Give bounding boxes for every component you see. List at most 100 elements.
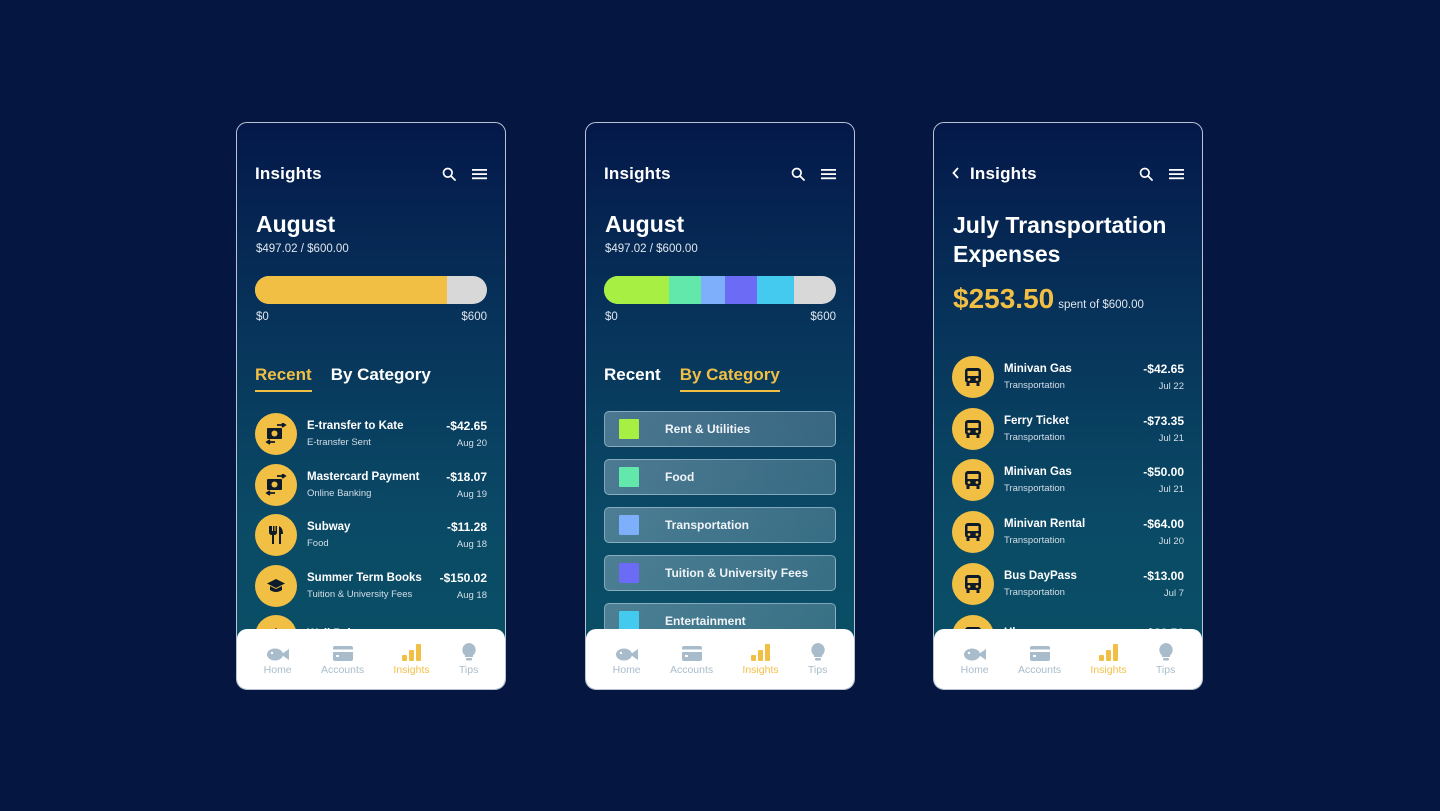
transaction-date: Jul 20	[1158, 536, 1184, 548]
bus-icon	[952, 563, 994, 606]
hamburger-menu-icon[interactable]	[471, 166, 487, 182]
lightbulb-icon	[461, 642, 476, 661]
nav-label: Home	[263, 663, 292, 676]
card-icon	[681, 643, 702, 661]
transaction-name: Ferry Ticket	[1004, 414, 1069, 427]
category-item[interactable]: Tuition & University Fees	[604, 555, 836, 591]
nav-home[interactable]: Home	[613, 643, 641, 676]
transaction-category: E-transfer Sent	[307, 437, 371, 449]
transaction-row[interactable]: Minivan Rental Transportation -$64.00 Jul 2…	[952, 506, 1184, 558]
bar-min-label: $0	[605, 311, 618, 323]
transaction-category: Transportation	[1004, 587, 1065, 599]
bottom-nav: Home Accounts Insights Tips	[934, 629, 1202, 689]
nav-insights[interactable]: Insights	[393, 643, 430, 676]
transaction-date: Aug 19	[456, 488, 487, 500]
transaction-row[interactable]: E-transfer to Kate E-transfer Sent -$42.6…	[255, 409, 487, 460]
top-bar: Insights	[952, 161, 1184, 187]
transaction-category: Transportation	[1004, 431, 1065, 443]
hamburger-menu-icon[interactable]	[820, 166, 836, 182]
lightbulb-icon	[1158, 642, 1173, 661]
nav-label: Home	[960, 663, 989, 676]
card-icon	[1029, 643, 1050, 661]
spent-suffix: spent of $600.00	[1058, 299, 1144, 311]
category-segment	[757, 276, 795, 304]
month-title: August	[256, 211, 336, 237]
transaction-amount: -$64.00	[1143, 517, 1184, 532]
nav-label: Tips	[458, 663, 479, 676]
nav-home[interactable]: Home	[264, 643, 292, 676]
category-label: Food	[665, 470, 695, 484]
nav-label: Tips	[807, 663, 828, 676]
transaction-name: Minivan Gas	[1004, 362, 1072, 375]
category-label: Transportation	[665, 518, 750, 532]
budget-progress-fill	[255, 276, 448, 304]
transaction-category: Transportation	[1004, 535, 1065, 547]
search-icon[interactable]	[1138, 166, 1154, 182]
transaction-amount: -$13.00	[1143, 569, 1184, 584]
hamburger-menu-icon[interactable]	[1168, 166, 1184, 182]
category-item[interactable]: Food	[604, 459, 836, 495]
category-swatch	[619, 467, 639, 487]
transaction-date: Jul 7	[1163, 588, 1184, 600]
header-title: Insights	[255, 164, 322, 183]
phone-screen-category-detail: Insights July Transportation Expenses $2…	[933, 122, 1203, 690]
transaction-category: Transportation	[1004, 483, 1065, 495]
transaction-row[interactable]: Minivan Gas Transportation -$50.00 Jul 21	[952, 455, 1184, 507]
fish-icon	[615, 643, 638, 661]
money-transfer-icon	[255, 413, 297, 456]
transaction-name: Minivan Rental	[1004, 518, 1086, 531]
nav-tips[interactable]: Tips	[1156, 642, 1175, 676]
search-icon[interactable]	[441, 166, 457, 182]
transaction-row[interactable]: Ferry Ticket Transportation -$73.35 Jul 21	[952, 403, 1184, 455]
transaction-row[interactable]: Bus DayPass Transportation -$13.00 Jul 7	[952, 558, 1184, 610]
category-item[interactable]: Rent & Utilities	[604, 411, 836, 447]
phone-screen-recent: Insights August $497.02 / $600.00 $0 $60…	[236, 122, 506, 690]
transaction-row[interactable]: Mastercard Payment Online Banking -$18.07…	[255, 460, 487, 511]
category-segment	[701, 276, 725, 304]
nav-accounts[interactable]: Accounts	[321, 643, 364, 676]
transaction-date: Aug 18	[456, 539, 487, 551]
transaction-name: E-transfer to Kate	[307, 420, 404, 433]
nav-tips[interactable]: Tips	[807, 642, 828, 676]
category-label: Rent & Utilities	[665, 422, 751, 436]
transaction-name: Minivan Gas	[1004, 466, 1072, 479]
transaction-amount: -$11.28	[446, 520, 487, 535]
nav-accounts[interactable]: Accounts	[1018, 643, 1061, 676]
bottom-nav: Home Accounts Insights Tips	[586, 629, 854, 689]
spent-summary: $497.02 / $600.00	[256, 243, 349, 255]
money-transfer-icon	[255, 463, 297, 506]
bus-icon	[952, 459, 994, 502]
tab-recent[interactable]: Recent	[604, 365, 661, 392]
nav-insights[interactable]: Insights	[742, 643, 779, 676]
bus-icon	[952, 407, 994, 450]
transaction-row[interactable]: Summer Term Books Tuition & University Fe…	[255, 561, 487, 612]
transaction-row[interactable]: Subway Food -$11.28 Aug 18	[255, 510, 487, 561]
nav-label: Accounts	[1017, 663, 1062, 676]
search-icon[interactable]	[790, 166, 806, 182]
category-segment	[668, 276, 702, 304]
transaction-date: Jul 22	[1158, 380, 1184, 392]
category-swatch	[619, 563, 639, 583]
tab-by-category[interactable]: By Category	[679, 365, 780, 392]
tab-recent[interactable]: Recent	[255, 365, 312, 392]
chevron-left-icon[interactable]	[952, 166, 960, 182]
nav-home[interactable]: Home	[961, 643, 989, 676]
nav-accounts[interactable]: Accounts	[670, 643, 713, 676]
transaction-amount: -$42.65	[446, 419, 487, 434]
nav-tips[interactable]: Tips	[458, 642, 479, 676]
bus-icon	[952, 511, 994, 554]
budget-progress-bar	[255, 276, 487, 304]
nav-insights[interactable]: Insights	[1090, 643, 1127, 676]
transaction-date: Aug 18	[456, 589, 487, 601]
tab-by-category[interactable]: By Category	[331, 365, 431, 392]
category-item[interactable]: Transportation	[604, 507, 836, 543]
top-bar: Insights	[255, 161, 487, 187]
header-title[interactable]: Insights	[970, 164, 1037, 184]
nav-label: Home	[612, 663, 641, 676]
card-icon	[332, 643, 353, 661]
category-segment	[724, 276, 758, 304]
transaction-row[interactable]: Minivan Gas Transportation -$42.65 Jul 22	[952, 351, 1184, 403]
transaction-name: Summer Term Books	[307, 571, 422, 584]
transaction-amount: -$50.00	[1143, 465, 1184, 480]
graduation-cap-icon	[255, 564, 297, 607]
